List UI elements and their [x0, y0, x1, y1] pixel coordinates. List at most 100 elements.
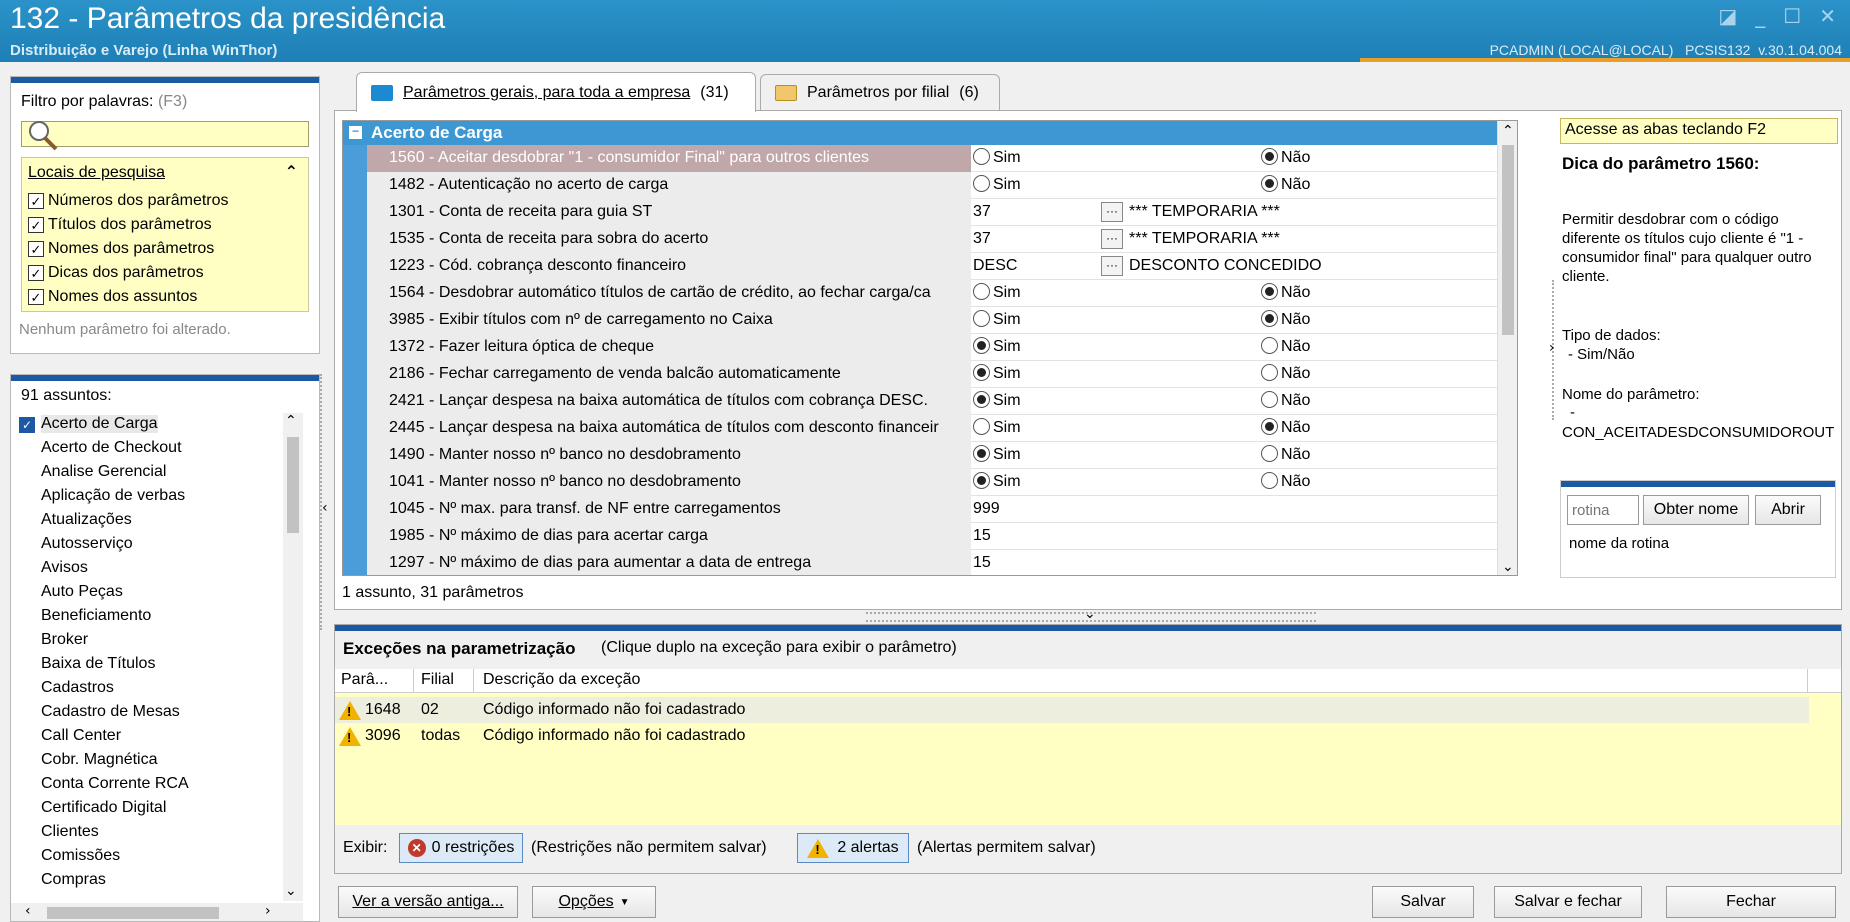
option-param-names[interactable]: ✓ Nomes dos parâmetros — [28, 240, 214, 258]
hscroll-thumb[interactable] — [47, 907, 219, 919]
close-button[interactable]: Fechar — [1666, 886, 1836, 918]
no-option[interactable]: Não — [1261, 145, 1310, 171]
param-value-cell[interactable]: 999 — [971, 496, 1517, 523]
maximize-icon[interactable]: ☐ — [1783, 4, 1801, 28]
radio-icon[interactable] — [973, 472, 990, 489]
option-param-tips[interactable]: ✓ Dicas dos parâmetros — [28, 264, 204, 282]
filter-input[interactable] — [21, 121, 309, 151]
checkbox-icon[interactable]: ✓ — [28, 217, 44, 233]
param-row[interactable]: 1041 - Manter nosso nº banco no desdobra… — [343, 469, 1517, 496]
param-row[interactable]: 2421 - Lançar despesa na baixa automátic… — [343, 388, 1517, 415]
scroll-up-icon[interactable]: ⌃ — [1502, 123, 1514, 139]
col-param[interactable]: Parâ... — [341, 671, 388, 689]
collapse-left-icon[interactable]: ‹ — [322, 500, 328, 516]
yes-option[interactable]: Sim — [973, 334, 1021, 360]
no-option[interactable]: Não — [1261, 469, 1310, 495]
exception-row[interactable]: 3096 todas Código informado não foi cada… — [335, 723, 1809, 749]
param-row[interactable]: 1482 - Autenticação no acerto de carga Si… — [343, 172, 1517, 199]
yes-option[interactable]: Sim — [973, 361, 1021, 387]
scroll-right-icon[interactable]: › — [265, 903, 271, 919]
restrictions-button[interactable]: ✕ 0 restrições — [399, 833, 523, 863]
yes-option[interactable]: Sim — [973, 145, 1021, 171]
radio-icon[interactable] — [1261, 391, 1278, 408]
checkbox-icon[interactable]: ✓ — [28, 265, 44, 281]
subject-item[interactable]: Certificado Digital — [41, 799, 166, 817]
no-option[interactable]: Não — [1261, 442, 1310, 468]
scroll-thumb[interactable] — [287, 437, 299, 533]
ellipsis-icon[interactable]: ··· — [1101, 202, 1123, 222]
param-row[interactable]: 1045 - Nº max. para transf. de NF entre … — [343, 496, 1517, 523]
subject-item[interactable]: Auto Peças — [41, 583, 123, 601]
checkbox-icon[interactable]: ✓ — [28, 241, 44, 257]
param-row[interactable]: 1560 - Aceitar desdobrar "1 - consumidor… — [343, 145, 1517, 172]
param-value-cell[interactable]: 37 ··· *** TEMPORARIA *** — [971, 199, 1517, 226]
subject-item[interactable]: Cobr. Magnética — [41, 751, 158, 769]
scroll-down-icon[interactable]: ⌄ — [1502, 559, 1514, 575]
scroll-up-icon[interactable]: ⌃ — [285, 413, 297, 429]
lookup-code[interactable]: 37 — [973, 199, 991, 225]
subject-item[interactable]: Conta Corrente RCA — [41, 775, 189, 793]
yes-option[interactable]: Sim — [973, 280, 1021, 306]
subject-item[interactable]: Baixa de Títulos — [41, 655, 155, 673]
save-close-button[interactable]: Salvar e fechar — [1494, 886, 1642, 918]
radio-icon[interactable] — [1261, 148, 1278, 165]
option-param-titles[interactable]: ✓ Títulos dos parâmetros — [28, 216, 212, 234]
subject-item[interactable]: Acerto de Carga — [41, 415, 158, 433]
radio-icon[interactable] — [973, 418, 990, 435]
no-option[interactable]: Não — [1261, 172, 1310, 198]
col-description[interactable]: Descrição da exceção — [483, 671, 640, 689]
collapse-icon[interactable]: ⌃ — [285, 162, 298, 181]
param-value-cell[interactable]: 15 — [971, 523, 1517, 550]
param-row[interactable]: 1564 - Desdobrar automático títulos de c… — [343, 280, 1517, 307]
no-option[interactable]: Não — [1261, 415, 1310, 441]
param-row[interactable]: 1985 - Nº máximo de dias para acertar ca… — [343, 523, 1517, 550]
rotina-input[interactable] — [1567, 495, 1639, 525]
param-value-cell[interactable]: Sim Não — [971, 442, 1517, 469]
tab-branch-params[interactable]: Parâmetros por filial (6) — [760, 74, 1000, 110]
subject-item[interactable]: Beneficiamento — [41, 607, 151, 625]
text-value[interactable]: 15 — [973, 523, 991, 549]
no-option[interactable]: Não — [1261, 307, 1310, 333]
yes-option[interactable]: Sim — [973, 388, 1021, 414]
radio-icon[interactable] — [973, 364, 990, 381]
alerts-button[interactable]: 2 alertas — [797, 833, 909, 863]
grid-scrollbar[interactable]: ⌃ ⌄ — [1497, 121, 1517, 575]
param-value-cell[interactable]: Sim Não — [971, 307, 1517, 334]
text-value[interactable]: 999 — [973, 496, 1000, 522]
param-row[interactable]: 2186 - Fechar carregamento de venda balc… — [343, 361, 1517, 388]
scroll-thumb[interactable] — [1502, 145, 1514, 335]
param-row[interactable]: 1372 - Fazer leitura óptica de cheque Sim… — [343, 334, 1517, 361]
no-option[interactable]: Não — [1261, 388, 1310, 414]
yes-option[interactable]: Sim — [973, 469, 1021, 495]
param-row[interactable]: 1301 - Conta de receita para guia ST 37 ··… — [343, 199, 1517, 226]
radio-icon[interactable] — [1261, 175, 1278, 192]
ellipsis-icon[interactable]: ··· — [1101, 229, 1123, 249]
yes-option[interactable]: Sim — [973, 307, 1021, 333]
subject-item[interactable]: Cadastros — [41, 679, 114, 697]
radio-icon[interactable] — [973, 310, 990, 327]
no-option[interactable]: Não — [1261, 361, 1310, 387]
param-row[interactable]: 1223 - Cód. cobrança desconto financeiro… — [343, 253, 1517, 280]
no-option[interactable]: Não — [1261, 334, 1310, 360]
param-value-cell[interactable]: Sim Não — [971, 172, 1517, 199]
option-param-numbers[interactable]: ✓ Números dos parâmetros — [28, 192, 229, 210]
collapse-group-icon[interactable]: − — [349, 125, 362, 139]
tab-general-params[interactable]: Parâmetros gerais, para toda a empresa (… — [356, 72, 756, 112]
lookup-code[interactable]: 37 — [973, 226, 991, 252]
subject-item[interactable]: Cadastro de Mesas — [41, 703, 180, 721]
param-value-cell[interactable]: Sim Não — [971, 388, 1517, 415]
subjects-scrollbar[interactable]: ⌃ ⌄ — [283, 413, 303, 901]
param-row[interactable]: 1490 - Manter nosso nº banco no desdobra… — [343, 442, 1517, 469]
subject-item[interactable]: Comissões — [41, 847, 120, 865]
exception-row[interactable]: 1648 02 Código informado não foi cadastr… — [335, 697, 1809, 723]
param-value-cell[interactable]: Sim Não — [971, 469, 1517, 496]
param-row[interactable]: 3985 - Exibir títulos com nº de carregam… — [343, 307, 1517, 334]
checkbox-icon[interactable]: ✓ — [28, 193, 44, 209]
param-value-cell[interactable]: Sim Não — [971, 280, 1517, 307]
radio-icon[interactable] — [973, 283, 990, 300]
radio-icon[interactable] — [1261, 418, 1278, 435]
no-option[interactable]: Não — [1261, 280, 1310, 306]
text-value[interactable]: 15 — [973, 550, 991, 575]
subjects-hscrollbar[interactable]: ‹ › — [11, 903, 303, 921]
param-value-cell[interactable]: Sim Não — [971, 334, 1517, 361]
